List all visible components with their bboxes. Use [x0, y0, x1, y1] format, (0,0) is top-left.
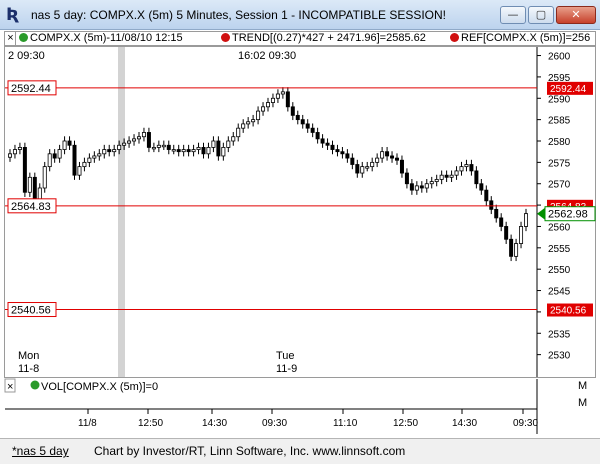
red-circle-icon — [221, 33, 230, 42]
time-axis-ticks: 11/8 12:50 14:30 09:30 11:10 12:50 14:30 09:30 — [78, 409, 538, 429]
price-pane[interactable] — [4, 46, 596, 378]
status-bar: *nas 5 day Chart by Investor/RT, Linn So… — [0, 438, 600, 464]
time-tick-label: 09:30 — [262, 418, 287, 429]
symbol-legend-item[interactable]: COMPX.X (5m)-11/08/10 12:15 — [19, 32, 183, 45]
price-pane-corner: M — [578, 397, 587, 409]
time-tick-label: 12:50 — [138, 418, 163, 429]
time-tick-label: 12:50 — [393, 418, 418, 429]
ref-legend-item[interactable]: REF[COMPX.X (5m)]=256 — [450, 32, 590, 45]
chart-legend: × COMPX.X (5m)-11/08/10 12:15 TREND[(0.2… — [4, 31, 596, 46]
credits-text: Chart by Investor/RT, Linn Software, Inc… — [94, 444, 406, 458]
title-bar: Ʀ nas 5 day: COMPX.X (5m) 5 Minutes, Ses… — [0, 0, 600, 30]
time-tick-label: 14:30 — [452, 418, 477, 429]
close-button[interactable]: ✕ — [556, 6, 596, 24]
red-circle-icon — [450, 33, 459, 42]
window-title: nas 5 day: COMPX.X (5m) 5 Minutes, Sessi… — [31, 8, 447, 22]
investor-rt-app-icon[interactable]: Ʀ — [6, 6, 24, 24]
trend-legend-item[interactable]: TREND[(0.27)*427 + 2471.96]=2585.62 — [221, 32, 426, 45]
time-tick-label: 11:10 — [333, 418, 358, 429]
maximize-button[interactable]: ▢ — [528, 6, 554, 24]
green-circle-icon — [30, 380, 40, 390]
volume-pane-corner: M — [578, 380, 587, 392]
trend-legend-label: TREND[(0.27)*427 + 2471.96]=2585.62 — [232, 32, 426, 44]
ref-legend-label: REF[COMPX.X (5m)]=256 — [461, 32, 591, 44]
close-volume-pane-icon: × — [7, 381, 13, 393]
time-tick-label: 14:30 — [202, 418, 227, 429]
close-pane-icon[interactable]: × — [6, 32, 16, 45]
green-circle-icon — [19, 33, 28, 42]
chart-tab-nas-5-day[interactable]: *nas 5 day — [12, 444, 69, 458]
volume-label: VOL[COMPX.X (5m)]=0 — [41, 381, 158, 393]
time-tick-label: 09:30 — [513, 418, 538, 429]
symbol-legend-label: COMPX.X (5m)-11/08/10 12:15 — [30, 32, 183, 44]
volume-legend: × VOL[COMPX.X (5m)]=0 — [4, 378, 158, 393]
time-tick-label: 11/8 — [78, 418, 97, 429]
minimize-button[interactable]: — — [500, 6, 526, 24]
